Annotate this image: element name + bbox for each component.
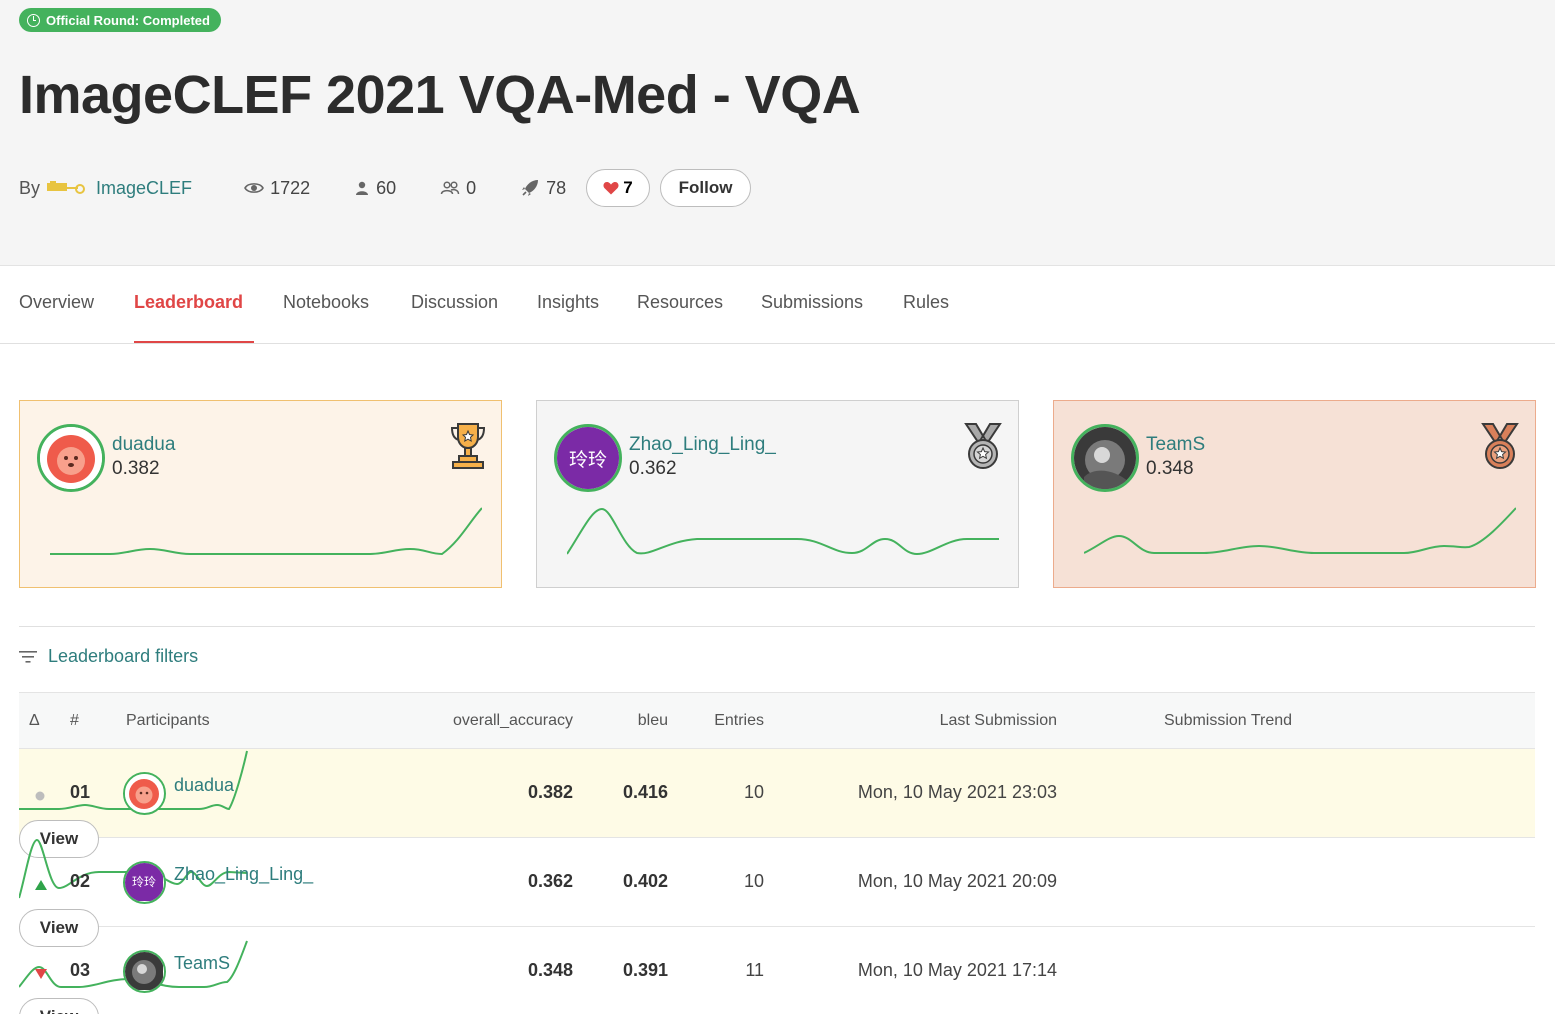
- teams-count: 0: [466, 177, 477, 198]
- gold-trophy-icon: [450, 423, 486, 469]
- avatar-text: 玲玲: [131, 875, 156, 889]
- col-participants: Participants: [126, 712, 210, 729]
- last-submission: Mon, 10 May 2021 17:14: [857, 960, 1057, 980]
- challenge-header: Official Round: Completed ImageCLEF 2021…: [0, 0, 1555, 266]
- entries-count: 10: [743, 871, 764, 891]
- person-icon: [356, 181, 369, 195]
- active-tab-indicator: [134, 341, 254, 343]
- submissions-count: 78: [546, 177, 567, 198]
- views-count: 1722: [270, 177, 311, 198]
- avatar[interactable]: [37, 424, 105, 492]
- by-label: By: [19, 177, 41, 198]
- page-title: ImageCLEF 2021 VQA-Med - VQA: [19, 65, 861, 125]
- col-rank: #: [70, 712, 79, 729]
- podium-name[interactable]: Zhao_Ling_Ling_: [629, 434, 776, 456]
- podium-score: 0.348: [1146, 458, 1194, 479]
- podium-card-third[interactable]: TeamS 0.348: [1053, 400, 1536, 588]
- organizer-logo-icon[interactable]: [46, 180, 86, 196]
- col-delta: Δ: [29, 712, 40, 729]
- section-divider: [19, 626, 1535, 627]
- bleu-value: 0.416: [622, 782, 668, 802]
- organizer-link[interactable]: ImageCLEF: [96, 178, 192, 199]
- avatar[interactable]: [123, 772, 166, 815]
- tab-insights[interactable]: Insights: [537, 292, 599, 313]
- col-last-submission: Last Submission: [939, 712, 1057, 729]
- rocket-icon: [522, 180, 539, 196]
- last-submission: Mon, 10 May 2021 20:09: [857, 871, 1057, 891]
- avatar[interactable]: 玲玲: [554, 424, 622, 492]
- bleu-value: 0.402: [622, 871, 668, 891]
- rank: 02: [70, 871, 91, 891]
- leaderboard-table-header: Δ # Participants overall_accuracy bleu E…: [19, 692, 1535, 749]
- rank: 03: [70, 960, 91, 980]
- tab-overview[interactable]: Overview: [19, 292, 94, 313]
- heart-icon: [603, 182, 619, 195]
- col-entries: Entries: [714, 712, 764, 729]
- eye-icon: [244, 183, 264, 193]
- avatar-text: 玲玲: [568, 449, 607, 471]
- entries-count: 11: [745, 960, 764, 980]
- accuracy-value: 0.362: [527, 871, 573, 891]
- filter-icon: [19, 650, 37, 663]
- challenge-meta: By ImageCLEF 1722 60 0 78 7 Follow: [19, 168, 752, 208]
- avatar[interactable]: [1071, 424, 1139, 492]
- col-accuracy[interactable]: overall_accuracy: [453, 712, 573, 730]
- silver-medal-icon: [964, 423, 1002, 469]
- accuracy-value: 0.348: [527, 960, 573, 980]
- clock-icon: [27, 13, 40, 27]
- delta-up-icon: [35, 874, 47, 895]
- participant-name[interactable]: duadua: [174, 775, 234, 796]
- last-submission: Mon, 10 May 2021 23:03: [857, 782, 1057, 802]
- podium-name[interactable]: duadua: [112, 434, 175, 456]
- participants-count: 60: [376, 177, 397, 198]
- participant-name[interactable]: Zhao_Ling_Ling_: [174, 864, 313, 885]
- podium-score: 0.382: [112, 458, 160, 479]
- participant-name[interactable]: TeamS: [174, 953, 230, 974]
- filters-label[interactable]: Leaderboard filters: [48, 646, 198, 667]
- tab-discussion[interactable]: Discussion: [411, 292, 498, 313]
- podium-card-first[interactable]: duadua 0.382: [19, 400, 502, 588]
- podium-name[interactable]: TeamS: [1146, 434, 1205, 456]
- table-row[interactable]: 02 玲玲 Zhao_Ling_Ling_ 0.362 0.402 10 Mon…: [18, 838, 1535, 947]
- teams-stat: 0: [440, 178, 476, 199]
- podium-sparkline: [50, 507, 482, 556]
- podium-card-second[interactable]: 玲玲 Zhao_Ling_Ling_ 0.362: [536, 400, 1019, 588]
- tab-resources[interactable]: Resources: [637, 292, 723, 313]
- podium-score: 0.362: [629, 458, 677, 479]
- rank: 01: [70, 782, 91, 802]
- avatar[interactable]: [123, 950, 166, 993]
- table-row[interactable]: 01 duadua 0.382 0.416 10 Mon, 10 May 202…: [19, 749, 1535, 858]
- like-button[interactable]: 7: [586, 169, 650, 207]
- accuracy-value: 0.382: [527, 782, 573, 802]
- tab-leaderboard[interactable]: Leaderboard: [134, 292, 243, 313]
- group-icon: [440, 181, 460, 195]
- leaderboard-filters-toggle[interactable]: Leaderboard filters: [19, 646, 198, 667]
- col-submission-trend: Submission Trend: [1164, 712, 1293, 729]
- views-stat: 1722: [244, 178, 310, 199]
- delta-same-icon: [35, 785, 45, 806]
- delta-down-icon: [35, 963, 47, 984]
- status-label: Official Round: Completed: [46, 12, 210, 28]
- tab-notebooks[interactable]: Notebooks: [283, 292, 369, 313]
- bleu-value: 0.391: [622, 960, 668, 980]
- podium-sparkline: [1084, 507, 1516, 554]
- like-count: 7: [623, 178, 633, 197]
- tab-submissions[interactable]: Submissions: [761, 292, 863, 313]
- challenge-tabs: Overview Leaderboard Notebooks Discussio…: [0, 266, 1555, 344]
- view-button[interactable]: View: [19, 998, 99, 1014]
- col-bleu[interactable]: bleu: [638, 712, 668, 730]
- follow-button[interactable]: Follow: [659, 169, 752, 207]
- entries-count: 10: [743, 782, 764, 802]
- podium-sparkline: [567, 507, 999, 556]
- table-row[interactable]: 03 TeamS 0.348 0.391 11 Mon, 10 May 2021…: [18, 927, 1535, 1014]
- bronze-medal-icon: [1481, 423, 1519, 469]
- tab-rules[interactable]: Rules: [903, 292, 949, 313]
- participants-stat: 60: [354, 178, 396, 199]
- avatar[interactable]: 玲玲: [123, 861, 166, 904]
- status-badge: Official Round: Completed: [19, 8, 221, 32]
- submissions-stat: 78: [520, 178, 566, 199]
